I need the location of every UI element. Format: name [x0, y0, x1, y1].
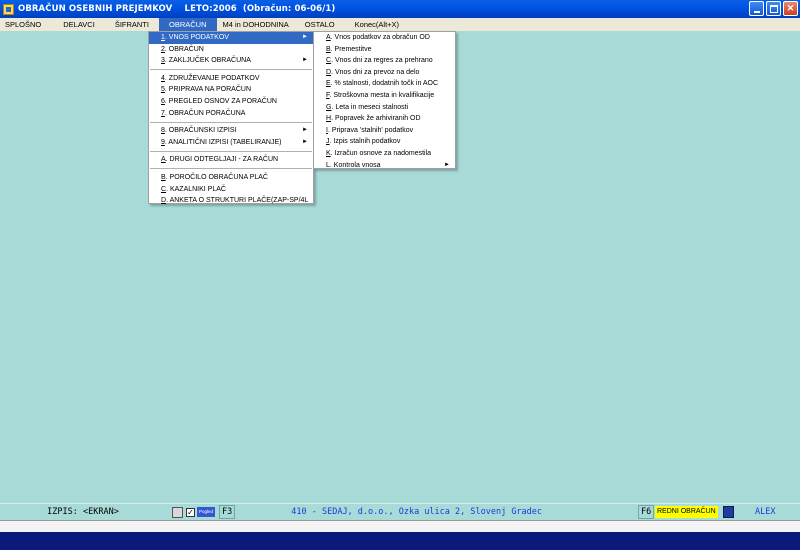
menu-item-pregled-osnov[interactable]: 6. PREGLED OSNOV ZA PORAČUN [149, 96, 313, 108]
menu-item-priprava-na-poracun[interactable]: 5. PRIPRAVA NA PORAČUN [149, 84, 313, 96]
submenu-arrow-icon: ► [302, 34, 308, 40]
close-icon: ✕ [786, 3, 795, 13]
menu-m4-dohodnina[interactable]: M4 in DOHODNINA [217, 18, 295, 31]
title-bar: OBRAČUN OSEBNIH PREJEMKOV LETO:2006 (Obr… [0, 0, 800, 18]
menu-obracun[interactable]: OBRAČUN [158, 18, 217, 31]
submenu-item-vnos-podatkov-od[interactable]: A. Vnos podatkov za obračun OD [314, 32, 455, 44]
menu-item-obracunski-izpisi[interactable]: 8. OBRAČUNSKI IZPISI ► [149, 125, 313, 137]
menu-item-analiticni-izpisi[interactable]: 9. ANALITIČNI IZPISI (TABELIRANJE) ► [149, 137, 313, 149]
menu-item-zakljucek-obracuna[interactable]: 3. ZAKLJUČEK OBRAČUNA ► [149, 55, 313, 67]
calculator-icon[interactable] [723, 506, 734, 518]
menu-delavci[interactable]: DELAVCI [57, 18, 101, 31]
company-info: 410 - SEDAJ, d.o.o., Ozka ulica 2, Slove… [291, 507, 543, 517]
submenu-arrow-icon: ► [302, 138, 308, 145]
submenu-arrow-icon: ► [444, 161, 450, 168]
maximize-icon [769, 4, 778, 13]
menu-ostalo[interactable]: OSTALO [299, 18, 341, 31]
menu-separator [150, 121, 312, 123]
menu-item-porocilo-obracuna[interactable]: B. POROČILO OBRAČUNA PLAČ [149, 172, 313, 184]
app-icon[interactable] [3, 3, 14, 15]
menu-item-obracun[interactable]: 2. OBRAČUN [149, 44, 313, 56]
f6-key[interactable]: F6 [638, 505, 655, 519]
input-line[interactable] [0, 520, 800, 532]
submenu-item-izpis-stalnih[interactable]: J. Izpis stalnih podatkov [314, 136, 455, 148]
submenu-item-priprava-stalnih[interactable]: I. Priprava 'stalnih' podatkov [314, 125, 455, 137]
pogled-checkbox[interactable]: ✓ [186, 507, 195, 517]
menu-item-vnos-podatkov[interactable]: 1. VNOS PODATKOV ► [149, 32, 313, 44]
menu-konec[interactable]: Konec(Alt+X) [349, 18, 405, 31]
window-controls: ✕ [749, 1, 798, 16]
submenu-item-kontrola-vnosa[interactable]: L. Kontrola vnosa ► [314, 160, 455, 172]
maximize-button[interactable] [766, 1, 781, 16]
menu-item-anketa-strukturi[interactable]: D. ANKETA O STRUKTURI PLAČE(ZAP-SP/4L [149, 195, 313, 207]
submenu-item-leta-meseci[interactable]: G. Leta in meseci stalnosti [314, 102, 455, 114]
minimize-button[interactable] [749, 1, 764, 16]
menu-item-obracun-poracuna[interactable]: 7. OBRAČUN PORAČUNA [149, 108, 313, 120]
submenu-arrow-icon: ► [302, 127, 308, 134]
close-button[interactable]: ✕ [783, 1, 798, 16]
menu-separator [150, 150, 312, 152]
window-title: OBRAČUN OSEBNIH PREJEMKOV LETO:2006 (Obr… [18, 4, 336, 14]
bottom-bar [0, 532, 800, 550]
menu-separator [150, 69, 312, 71]
menu-separator [150, 168, 312, 170]
menu-item-kazalniki-plac[interactable]: C. KAZALNIKI PLAČ [149, 184, 313, 196]
submenu-item-regres-prehrana[interactable]: C. Vnos dni za regres za prehrano [314, 55, 455, 67]
vnos-podatkov-submenu: A. Vnos podatkov za obračun OD B. Premes… [313, 31, 456, 169]
menu-splosno[interactable]: SPLOŠNO [0, 18, 47, 31]
menu-sifranti[interactable]: ŠIFRANTI [109, 18, 155, 31]
submenu-item-stroskovna-mesta[interactable]: F. Stroškovna mesta in kvalifikacije [314, 90, 455, 102]
izpis-status[interactable]: IZPIS: <EKRAN> [0, 507, 158, 517]
minimize-icon [753, 10, 760, 13]
menu-item-zdruzevanje-podatkov[interactable]: 4. ZDRUŽEVANJE PODATKOV [149, 73, 313, 85]
submenu-item-prevoz[interactable]: D. Vnos dni za prevoz na delo [314, 67, 455, 79]
obracun-dropdown: 1. VNOS PODATKOV ► 2. OBRAČUN 3. ZAKLJUČE… [148, 31, 314, 204]
menu-bar: SPLOŠNO DELAVCI ŠIFRANTI OBRAČUN M4 in D… [0, 18, 800, 31]
pogled-button[interactable]: Pogled [197, 507, 216, 517]
obracun-mode-badge: REDNI OBRAČUN [655, 506, 718, 518]
submenu-item-premestitve[interactable]: B. Premestitve [314, 44, 455, 56]
submenu-item-izracun-osnove[interactable]: K. Izračun osnove za nadomestila [314, 148, 455, 160]
submenu-item-popravek-arhiviranih[interactable]: H. Popravek že arhiviranih OD [314, 113, 455, 125]
menu-item-drugi-odtegljaji[interactable]: A. DRUGI ODTEGLJAJI - ZA RAČUN [149, 154, 313, 166]
status-bar: IZPIS: <EKRAN> ✓ Pogled F3 410 - SEDAJ, … [0, 503, 800, 520]
printer-icon[interactable] [172, 506, 183, 518]
submenu-item-stalnosti-tock[interactable]: E. % stalnosti, dodatnih točk in AOC [314, 78, 455, 90]
user-name: ALEX [755, 507, 776, 517]
submenu-arrow-icon: ► [302, 57, 308, 64]
f3-key[interactable]: F3 [219, 505, 236, 519]
